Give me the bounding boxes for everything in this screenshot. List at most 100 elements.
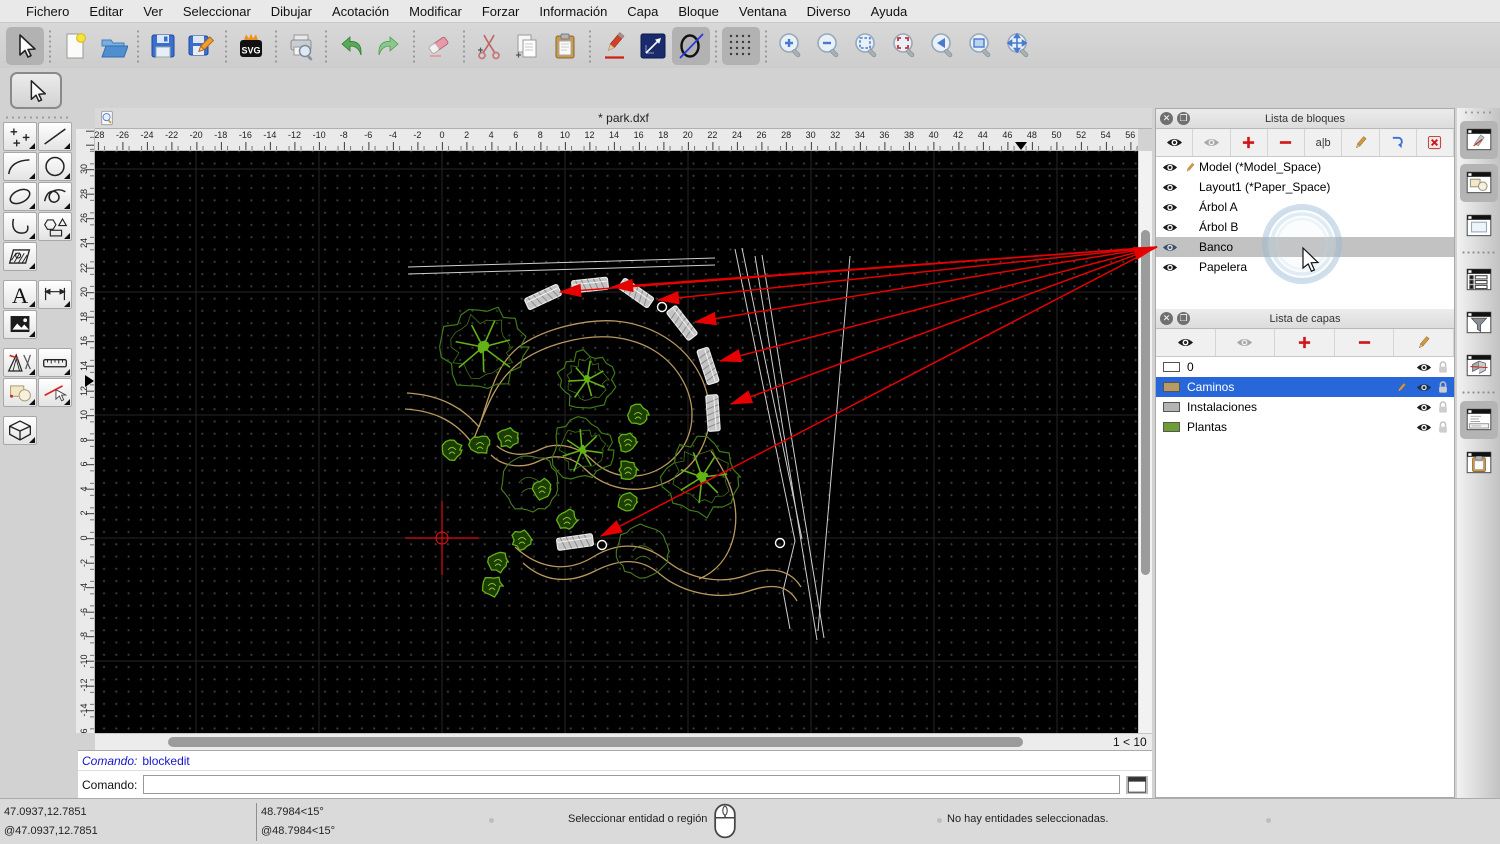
eye-icon[interactable]: [1159, 202, 1181, 213]
spline-tool[interactable]: [38, 182, 72, 211]
canvas-vertical-scrollbar[interactable]: [1138, 151, 1152, 733]
menu-dibujar[interactable]: Dibujar: [261, 0, 322, 23]
dimension-tool[interactable]: [38, 280, 72, 309]
zoom-selection-button[interactable]: [886, 27, 924, 65]
modify-tool[interactable]: [38, 378, 72, 407]
canvas-horizontal-scrollbar[interactable]: 1 < 10: [95, 733, 1152, 750]
open-file-button[interactable]: [94, 27, 132, 65]
property-editor-panel-button[interactable]: [1460, 121, 1498, 159]
eraser-button[interactable]: [420, 27, 458, 65]
hatch-tool[interactable]: [3, 242, 37, 271]
rename-block-button[interactable]: a|b: [1305, 129, 1342, 156]
layer-list-titlebar[interactable]: ✕ ❐ Lista de capas: [1156, 309, 1454, 329]
menu-seleccionar[interactable]: Seleccionar: [173, 0, 261, 23]
purge-block-button[interactable]: [1417, 129, 1454, 156]
insert-block-button[interactable]: [1380, 129, 1417, 156]
eye-icon[interactable]: [1159, 162, 1181, 173]
draw-order-button[interactable]: [672, 27, 710, 65]
add-layer-button[interactable]: [1275, 329, 1335, 356]
save-as-button[interactable]: [182, 27, 220, 65]
layer-row-plantas[interactable]: Plantas: [1156, 417, 1454, 437]
line-angle-button[interactable]: [634, 27, 672, 65]
text-tool[interactable]: A: [3, 280, 37, 309]
eye-icon[interactable]: [1159, 182, 1181, 193]
image-tool[interactable]: [3, 310, 37, 339]
render-preview-panel-button[interactable]: [1460, 347, 1498, 385]
close-icon[interactable]: ✕: [1160, 112, 1173, 125]
add-block-button[interactable]: [1231, 129, 1268, 156]
strip-handle[interactable]: [1463, 110, 1494, 116]
layer-row-caminos[interactable]: Caminos: [1156, 377, 1454, 397]
layer-row-instalaciones[interactable]: Instalaciones: [1156, 397, 1454, 417]
menu-editar[interactable]: Editar: [79, 0, 133, 23]
menu-ver[interactable]: Ver: [133, 0, 173, 23]
layer-color-swatch[interactable]: [1163, 362, 1180, 372]
eye-icon[interactable]: [1416, 402, 1432, 413]
new-file-button[interactable]: [56, 27, 94, 65]
view-window-panel-button[interactable]: [1460, 207, 1498, 245]
copy-button[interactable]: [508, 27, 546, 65]
undock-icon[interactable]: ❐: [1177, 312, 1190, 325]
zoom-auto-button[interactable]: [848, 27, 886, 65]
undo-button[interactable]: [332, 27, 370, 65]
eye-icon[interactable]: [1416, 362, 1432, 373]
cut-button[interactable]: [470, 27, 508, 65]
eye-icon[interactable]: [1159, 222, 1181, 233]
shape-tool[interactable]: [38, 212, 72, 241]
edit-pencil-button[interactable]: [596, 27, 634, 65]
command-line-panel-button[interactable]: [1460, 401, 1498, 439]
show-layer-button[interactable]: [1156, 329, 1216, 356]
block-row-layout1-paper-space[interactable]: Layout1 (*Paper_Space): [1156, 177, 1454, 197]
eye-icon[interactable]: [1159, 242, 1181, 253]
command-input[interactable]: [143, 775, 1120, 794]
snap-grid-button[interactable]: [722, 27, 760, 65]
layer-row-0[interactable]: 0: [1156, 357, 1454, 377]
eye-icon[interactable]: [1416, 382, 1432, 393]
line-tool[interactable]: [38, 122, 72, 151]
measure-tool[interactable]: [38, 348, 72, 377]
zoom-in-button[interactable]: [772, 27, 810, 65]
selection-pointer-tool[interactable]: [10, 72, 62, 109]
block-row-model-model-space[interactable]: Model (*Model_Space): [1156, 157, 1454, 177]
eye-icon[interactable]: [1416, 422, 1432, 433]
circle-tool[interactable]: [38, 152, 72, 181]
layer-color-swatch[interactable]: [1163, 402, 1180, 412]
paste-button[interactable]: [546, 27, 584, 65]
menu-fichero[interactable]: Fichero: [16, 0, 79, 23]
block-list-titlebar[interactable]: ✕ ❐ Lista de bloques: [1156, 109, 1454, 129]
block-list-panel-button[interactable]: [1460, 164, 1498, 202]
ellipse-tool[interactable]: [3, 182, 37, 211]
menu-bloque[interactable]: Bloque: [668, 0, 728, 23]
layer-list-panel-button[interactable]: [1460, 261, 1498, 299]
show-block-button[interactable]: [1156, 129, 1193, 156]
polyline-tool[interactable]: [3, 212, 37, 241]
edit-layer-button[interactable]: [1394, 329, 1454, 356]
clipboard-panel-panel-button[interactable]: [1460, 444, 1498, 482]
block-row-a-rbol-b[interactable]: Árbol B: [1156, 217, 1454, 237]
zoom-window-button[interactable]: [962, 27, 1000, 65]
redo-button[interactable]: [370, 27, 408, 65]
save-button[interactable]: [144, 27, 182, 65]
arc-tool[interactable]: [3, 152, 37, 181]
remove-block-button[interactable]: [1268, 129, 1305, 156]
zoom-out-button[interactable]: [810, 27, 848, 65]
horizontal-scroll-thumb[interactable]: [168, 737, 1023, 747]
vertical-scroll-thumb[interactable]: [1141, 230, 1150, 575]
menu-ayuda[interactable]: Ayuda: [861, 0, 918, 23]
undock-icon[interactable]: ❐: [1177, 112, 1190, 125]
drawing-canvas[interactable]: [95, 151, 1138, 733]
menu-acotacion[interactable]: Acotación: [322, 0, 399, 23]
remove-layer-button[interactable]: [1335, 329, 1395, 356]
edit-block-button[interactable]: [1342, 129, 1379, 156]
lock-icon[interactable]: [1437, 380, 1449, 394]
menu-informacion[interactable]: Información: [529, 0, 617, 23]
solid-tool[interactable]: [3, 416, 37, 445]
menu-forzar[interactable]: Forzar: [472, 0, 530, 23]
zoom-previous-button[interactable]: [924, 27, 962, 65]
selection-filter-panel-button[interactable]: [1460, 304, 1498, 342]
pan-button[interactable]: [1000, 27, 1038, 65]
selection-pointer-button[interactable]: [6, 27, 44, 65]
drawing-window-titlebar[interactable]: * park.dxf: [95, 108, 1152, 129]
eye-icon[interactable]: [1159, 262, 1181, 273]
layer-color-swatch[interactable]: [1163, 382, 1180, 392]
